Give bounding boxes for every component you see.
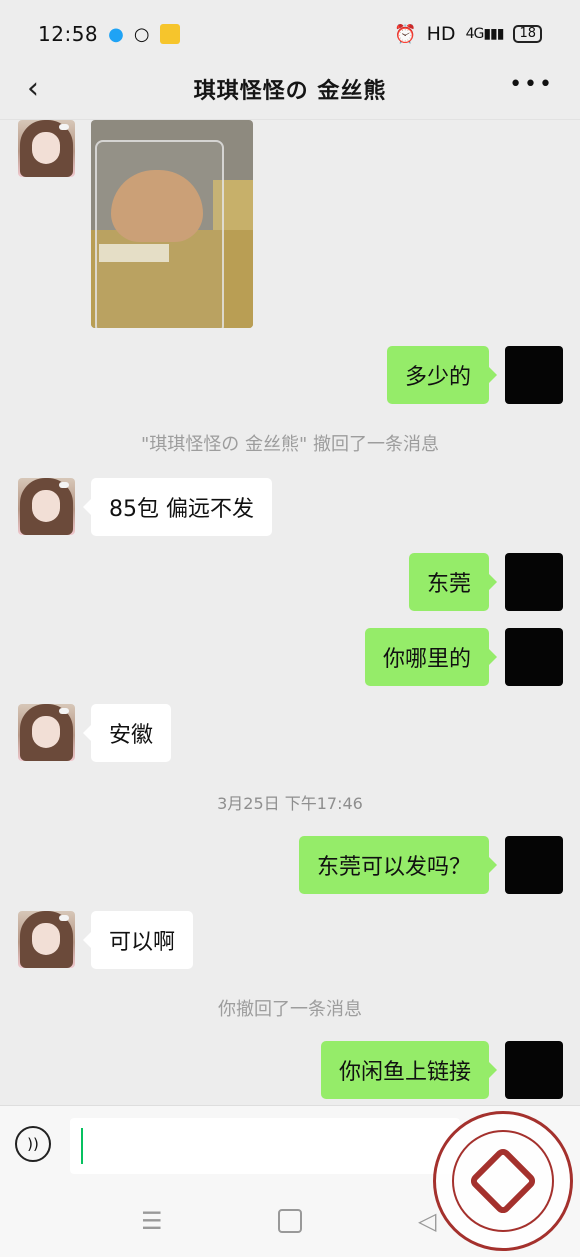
contact-avatar[interactable] bbox=[18, 911, 75, 968]
message-bubble-outgoing[interactable]: 你哪里的 bbox=[364, 628, 498, 686]
recall-notice: 你撤回了一条消息 bbox=[218, 999, 362, 1020]
menu-key-icon[interactable]: ☰ bbox=[141, 1207, 163, 1235]
contact-avatar[interactable] bbox=[18, 478, 75, 535]
chat-area[interactable]: 多少的 "琪琪怪怪の 金丝熊" 撤回了一条消息 85包 偏远不发 东莞 你哪里的… bbox=[0, 120, 580, 1105]
battery-icon: 18 bbox=[513, 25, 542, 43]
message-bubble-outgoing[interactable]: 东莞可以发吗？ bbox=[298, 836, 498, 894]
message-bubble-outgoing[interactable]: 你闲鱼上链接 bbox=[320, 1041, 498, 1099]
photo-message[interactable] bbox=[91, 120, 253, 328]
qq-icon: ● bbox=[108, 23, 124, 45]
message-input[interactable] bbox=[70, 1118, 460, 1174]
timestamp: 3月25日 下午17:46 bbox=[217, 794, 363, 813]
contact-avatar[interactable] bbox=[18, 704, 75, 761]
chevron-left-icon[interactable]: ‹ bbox=[18, 68, 48, 108]
contact-avatar[interactable] bbox=[18, 120, 75, 177]
message-bubble-outgoing[interactable]: 东莞 bbox=[408, 553, 498, 611]
watermark-stamp bbox=[433, 1111, 573, 1251]
more-icon[interactable]: ••• bbox=[509, 72, 554, 97]
recall-notice: "琪琪怪怪の 金丝熊" 撤回了一条消息 bbox=[140, 434, 439, 455]
message-bubble-incoming[interactable]: 可以啊 bbox=[82, 911, 194, 969]
status-time: 12:58 bbox=[38, 22, 99, 46]
self-avatar[interactable] bbox=[505, 628, 563, 686]
signal-icon: 4G▮▮▮ bbox=[465, 26, 505, 42]
message-bubble-outgoing[interactable]: 多少的 bbox=[386, 346, 498, 404]
status-left: 12:58 ● ○ bbox=[38, 22, 180, 46]
self-avatar[interactable] bbox=[505, 836, 563, 894]
text-cursor bbox=[81, 1128, 83, 1164]
home-key-icon[interactable] bbox=[278, 1209, 302, 1233]
page-title: 琪琪怪怪の 金丝熊 bbox=[193, 78, 387, 104]
app-notification-icon bbox=[159, 24, 180, 44]
alarm-icon: ⏰ bbox=[394, 23, 417, 45]
message-bubble-incoming[interactable]: 85包 偏远不发 bbox=[83, 478, 272, 536]
nav-bar: ‹ 琪琪怪怪の 金丝熊 ••• bbox=[0, 58, 580, 120]
wechat-icon: ○ bbox=[133, 23, 150, 45]
status-right: ⏰ HD 4G▮▮▮ 18 bbox=[394, 23, 542, 45]
back-key-icon[interactable]: ◁ bbox=[418, 1207, 436, 1235]
network-label: HD bbox=[426, 23, 456, 45]
self-avatar[interactable] bbox=[505, 346, 563, 404]
message-bubble-incoming[interactable]: 安徽 bbox=[82, 704, 172, 762]
signal-label: 4G bbox=[465, 26, 485, 42]
voice-icon[interactable]: )) bbox=[15, 1126, 51, 1162]
self-avatar[interactable] bbox=[505, 553, 563, 611]
self-avatar[interactable] bbox=[505, 1041, 563, 1099]
